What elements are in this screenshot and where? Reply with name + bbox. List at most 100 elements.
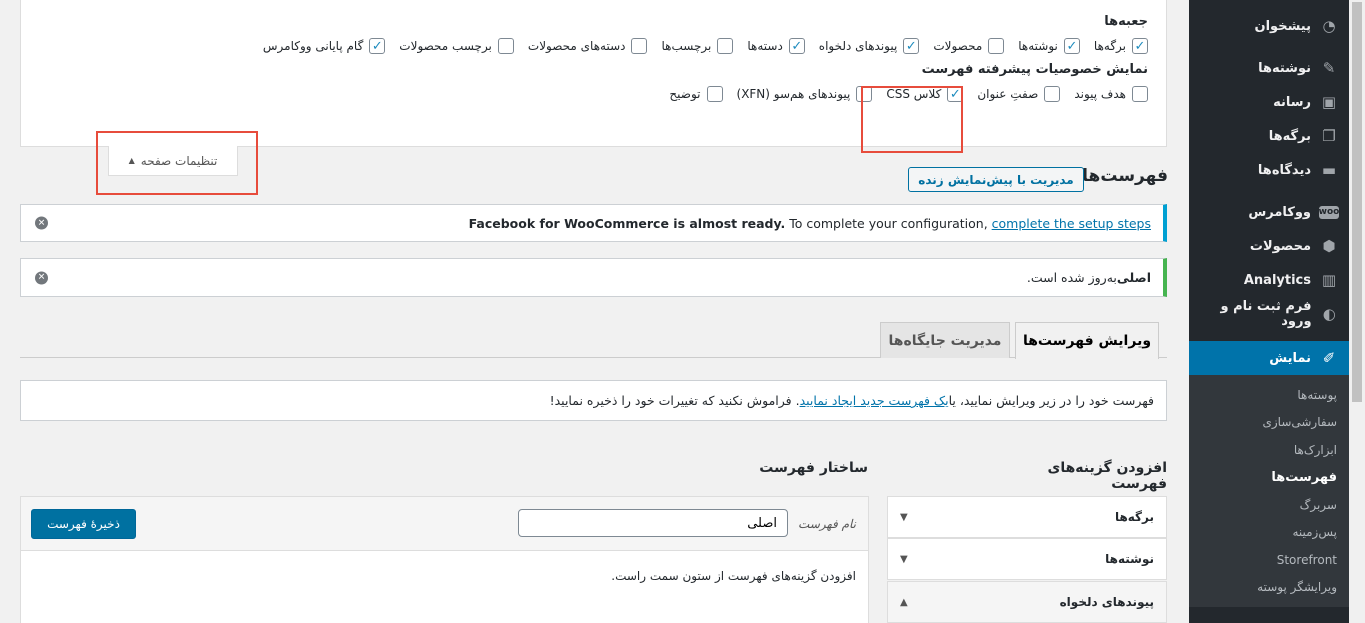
menu-updated-notice: اصلی به‌روز شده است. ✕ [20,258,1167,297]
accordion-label: نوشته‌ها [1105,552,1154,566]
advanced-option-label: توضیح [669,87,701,101]
pin-icon: ✎ [1322,59,1336,77]
tab-edit-menus[interactable]: ویرایش فهرست‌ها [1015,322,1159,359]
sidebar-item-posts[interactable]: ✎ نوشته‌ها [1189,51,1349,85]
sidebar-item-media[interactable]: ▣ رسانه [1189,85,1349,119]
advanced-heading: نمایش خصوصیات پیشرفته فهرست [921,62,1148,77]
boxes-option[interactable]: ✓ دسته‌ها [747,38,805,54]
submenu-themes[interactable]: پوسته‌ها [1189,381,1349,409]
media-icon: ▣ [1321,93,1337,111]
create-new-menu-link[interactable]: یک فهرست جدید ایجاد نمایید [800,393,949,408]
checkbox-unchecked[interactable] [988,38,1005,54]
advanced-option-label: هدف پیوند [1074,87,1126,101]
submenu-background[interactable]: پس‌زمینه [1189,519,1349,547]
facebook-notice-bold: Facebook for WooCommerce is almost ready… [468,215,786,231]
checkbox-checked[interactable]: ✓ [788,38,805,54]
boxes-option-label: نوشته‌ها [1018,39,1058,53]
advanced-option[interactable]: صفتِ عنوان [977,86,1061,102]
sidebar-item-analytics[interactable]: ▥ Analytics [1189,263,1349,297]
woo-icon: woo [1318,205,1340,219]
chevron-down-icon: ▼ [900,511,908,523]
live-preview-button[interactable]: مدیریت با پیش‌نمایش زنده [908,167,1084,192]
boxes-option[interactable]: برچسب‌ها [661,38,734,54]
checkbox-checked[interactable]: ✓ [1132,38,1148,54]
advanced-option-label: پیوندهای هم‌سو (XFN) [736,87,851,101]
sidebar-item-register-form[interactable]: ◐ فرم ثبت نام و ورود [1189,297,1349,331]
checkbox-unchecked[interactable] [1132,86,1148,102]
instructions-before: فهرست خود را در زیر ویرایش نمایید، یا [948,393,1154,408]
accordion-label: پیوندهای دلخواه [1059,595,1154,609]
submenu-storefront[interactable]: Storefront [1189,546,1349,574]
boxes-option-label: برچسب محصولات [399,39,492,53]
page-scrollbar[interactable] [1349,0,1365,623]
accordion-pages[interactable]: برگه‌ها ▼ [887,496,1167,538]
setup-steps-link[interactable]: complete the setup steps [992,216,1151,231]
boxes-option[interactable]: دسته‌های محصولات [528,38,648,54]
sidebar-item-label: ووکامرس [1248,204,1311,220]
menu-structure-header: نام فهرست ذخیرهٔ فهرست [21,497,868,551]
boxes-option[interactable]: ✓ گام پایانی ووکامرس [263,38,386,54]
checkbox-unchecked[interactable] [717,38,734,54]
menu-name-input[interactable] [518,509,788,537]
highlight-box-css-class [861,86,963,153]
dashboard-icon: ◔ [1322,17,1336,35]
checkbox-unchecked[interactable] [706,86,723,102]
accordion-custom-links[interactable]: پیوندهای دلخواه ▲ [887,581,1167,623]
advanced-option[interactable]: توضیح [669,86,723,102]
sidebar-item-appearance[interactable]: ✐ نمایش [1189,341,1349,375]
boxes-option[interactable]: محصولات [933,38,1005,54]
sidebar-item-label: محصولات [1249,238,1311,254]
submenu-widgets[interactable]: ابزارک‌ها [1189,436,1349,464]
sidebar-item-pages[interactable]: ❐ برگه‌ها [1189,119,1349,153]
checkbox-unchecked[interactable] [631,38,648,54]
scrollbar-thumb[interactable] [1352,2,1362,402]
dismiss-icon[interactable]: ✕ [35,271,48,284]
boxes-option-label: پیوندهای دلخواه [818,39,898,53]
checkbox-unchecked[interactable] [497,38,514,54]
submenu-customize[interactable]: سفارشی‌سازی [1189,409,1349,437]
checkbox-checked[interactable]: ✓ [1063,38,1080,54]
submenu-header[interactable]: سربرگ [1189,491,1349,519]
checkbox-checked[interactable]: ✓ [369,38,386,54]
checkbox-checked[interactable]: ✓ [903,38,920,54]
sidebar-item-label: نمایش [1269,350,1311,366]
advanced-option[interactable]: هدف پیوند [1074,86,1148,102]
instructions-after: . فراموش نکنید که تغییرات خود را ذخیره ن… [549,393,800,408]
sidebar-item-comments[interactable]: ▬ دیدگاه‌ها [1189,153,1349,187]
sidebar-item-label: نوشته‌ها [1258,60,1311,76]
sidebar-item-label: Analytics [1243,272,1311,288]
form-icon: ◐ [1322,305,1336,323]
advanced-checkbox-row: هدف پیوند صفتِ عنوان ✓ کلاس CSS پیوندهای هم‌… [39,86,1148,102]
accordion-label: برگه‌ها [1114,510,1154,524]
menu-name-label: نام فهرست [798,517,856,531]
boxes-option[interactable]: ✓ پیوندهای دلخواه [819,38,920,54]
facebook-notice: Facebook for WooCommerce is almost ready… [20,204,1167,242]
tab-manage-locations[interactable]: مدیریت جایگاه‌ها [880,322,1010,358]
sidebar-item-woocommerce[interactable]: woo ووکامرس [1189,195,1349,229]
sidebar-item-label: رسانه [1273,94,1311,110]
advanced-option[interactable]: پیوندهای هم‌سو (XFN) [737,86,873,102]
boxes-option[interactable]: ✓ نوشته‌ها [1018,38,1080,54]
sidebar-item-products[interactable]: ⬢ محصولات [1189,229,1349,263]
facebook-notice-text: Facebook for WooCommerce is almost ready… [469,216,1151,231]
dismiss-icon[interactable]: ✕ [35,216,48,230]
edit-instructions: فهرست خود را در زیر ویرایش نمایید، یا یک… [20,380,1167,421]
accordion-posts[interactable]: نوشته‌ها ▼ [887,538,1167,580]
advanced-option-label: صفتِ عنوان [977,87,1039,101]
sidebar-item-label: برگه‌ها [1268,128,1311,144]
menu-structure-panel: نام فهرست ذخیرهٔ فهرست افزودن گزینه‌های … [20,496,869,623]
checkbox-unchecked[interactable] [1044,86,1061,102]
boxes-option[interactable]: ✓ برگه‌ها [1094,38,1148,54]
chevron-up-icon: ▲ [900,596,908,608]
appearance-submenu: پوسته‌ها سفارشی‌سازی ابزارک‌ها فهرست‌ها … [1189,375,1349,607]
analytics-icon: ▥ [1321,271,1337,289]
menu-structure-heading: ساختار فهرست [759,460,868,476]
boxes-heading: جعبه‌ها [1104,14,1148,29]
boxes-option[interactable]: برچسب محصولات [399,38,514,54]
submenu-menus[interactable]: فهرست‌ها [1189,464,1349,492]
sidebar-item-label: فرم ثبت نام و ورود [1220,299,1312,329]
save-menu-button[interactable]: ذخیرهٔ فهرست [31,509,136,539]
submenu-theme-editor[interactable]: ویرایشگر پوسته [1189,574,1349,602]
saved-notice-body: به‌روز شده است. [1026,270,1117,285]
sidebar-item-dashboard[interactable]: ◔ پیشخوان [1189,9,1349,43]
